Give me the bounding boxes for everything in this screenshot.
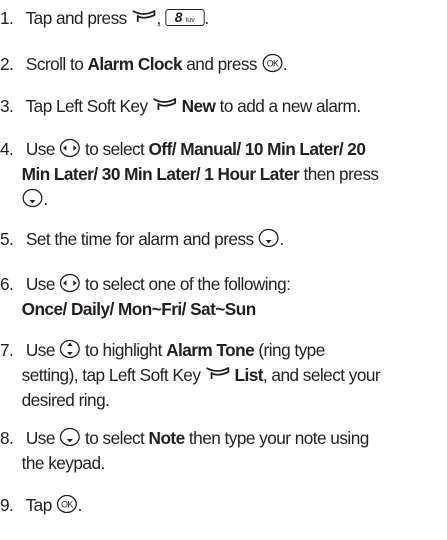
- step-text: then type your note using: [188, 428, 369, 448]
- left-soft-key-icon: [131, 9, 157, 25]
- step-number: 8.: [0, 428, 14, 448]
- step-text: to select: [85, 428, 145, 448]
- step-text: Use: [25, 139, 56, 159]
- step-bold-text: Note: [148, 428, 186, 448]
- step-text: .: [282, 54, 288, 74]
- step-continuation: setting), tap Left Soft Key List, and se…: [0, 363, 440, 388]
- ok-key-icon: OK: [56, 494, 78, 514]
- step-text: Scroll to: [25, 54, 84, 74]
- nav-down-icon: [59, 427, 81, 447]
- step-text: then press: [303, 164, 379, 184]
- step-continuation: Once/ Daily/ Mon~Fri/ Sat~Sun: [0, 297, 440, 322]
- step-number: 3.: [0, 96, 14, 116]
- step-text: to select: [85, 139, 145, 159]
- key-digit: 8: [174, 8, 183, 25]
- step-text: .: [43, 189, 48, 209]
- left-soft-key-icon: [152, 97, 178, 113]
- nav-down-icon: [258, 228, 280, 248]
- step-bold-text: Min Later/ 30 Min Later/ 1 Hour Later: [21, 164, 300, 184]
- step-number: 1.: [0, 8, 14, 28]
- step-text: ,: [156, 8, 162, 28]
- step-continuation: desired ring.: [0, 388, 440, 413]
- step-text: (ring type: [258, 340, 325, 360]
- step-4: 4. Use to select Off/ Manual/ 10 Min Lat…: [0, 137, 440, 212]
- step-1: 1. Tap and press , 8 tuv.: [0, 6, 440, 31]
- step-number: 5.: [0, 229, 14, 249]
- step-continuation: the keypad.: [0, 451, 440, 476]
- step-text: .: [279, 229, 284, 249]
- step-text: the keypad.: [21, 453, 106, 473]
- step-bold-text: Alarm Clock: [87, 54, 183, 74]
- step-text: setting), tap Left Soft Key: [21, 365, 201, 385]
- step-text: , and select your: [262, 365, 381, 385]
- step-bold-text: List: [234, 365, 263, 385]
- step-text: Tap: [25, 495, 53, 515]
- step-number: 2.: [0, 54, 14, 74]
- step-bold-text: Once/ Daily/ Mon~Fri/ Sat~Sun: [21, 299, 257, 319]
- step-3: 3. Tap Left Soft Key New to add a new al…: [0, 94, 440, 119]
- step-bold-text: New: [181, 96, 216, 116]
- step-bold-text: Alarm Tone: [166, 340, 255, 360]
- nav-up-down-icon: [59, 339, 81, 359]
- step-text: Tap Left Soft Key: [25, 96, 148, 116]
- step-text: to select one of the following:: [85, 274, 291, 294]
- step-text: and press: [186, 54, 258, 74]
- step-9: 9. Tap OK .: [0, 493, 440, 518]
- step-continuation: Min Later/ 30 Min Later/ 1 Hour Later th…: [0, 162, 440, 187]
- svg-text:OK: OK: [61, 500, 73, 510]
- key-letters: tuv: [185, 16, 195, 24]
- key-8-icon: 8 tuv: [165, 8, 205, 26]
- step-text: Use: [25, 274, 56, 294]
- svg-text:OK: OK: [266, 59, 278, 69]
- step-7: 7. Use to highlight Alarm Tone (ring typ…: [0, 338, 440, 413]
- step-bold-text: Off/ Manual/ 10 Min Later/ 20: [148, 139, 366, 159]
- step-text: desired ring.: [21, 390, 110, 410]
- step-text: .: [77, 495, 83, 515]
- left-soft-key-icon: [205, 366, 231, 382]
- step-2: 2. Scroll to Alarm Clock and press OK .: [0, 52, 440, 77]
- nav-left-right-icon: [59, 273, 81, 293]
- nav-down-icon: [22, 188, 44, 208]
- step-text: Tap and press: [25, 8, 128, 28]
- step-5: 5. Set the time for alarm and press .: [0, 227, 440, 252]
- step-continuation: .: [0, 187, 440, 212]
- step-6: 6. Use to select one of the following: O…: [0, 272, 440, 322]
- step-text: .: [204, 8, 209, 28]
- step-number: 4.: [0, 139, 14, 159]
- step-text: to highlight: [85, 340, 162, 360]
- step-text: Set the time for alarm and press: [25, 229, 254, 249]
- nav-left-right-icon: [59, 138, 81, 158]
- step-8: 8. Use to select Note then type your not…: [0, 426, 440, 476]
- step-text: Use: [25, 340, 56, 360]
- step-number: 9.: [0, 495, 14, 515]
- step-text: to add a new alarm.: [219, 96, 362, 116]
- step-text: Use: [25, 428, 56, 448]
- ok-key-icon: OK: [261, 53, 283, 73]
- step-number: 6.: [0, 274, 14, 294]
- step-number: 7.: [0, 340, 14, 360]
